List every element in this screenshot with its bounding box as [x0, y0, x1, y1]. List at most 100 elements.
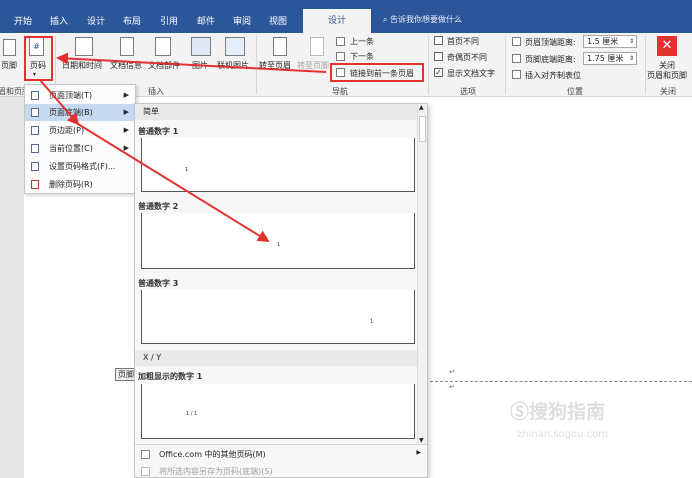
- page-number-gallery: 简单 普通数字 1 1 普通数字 2 1 普通数字 3 1 X / Y 加粗显示…: [134, 103, 428, 478]
- odd-even-checkbox[interactable]: [434, 52, 443, 61]
- menu-item-label: 删除页码(R): [49, 180, 93, 189]
- save-selection-item[interactable]: 将所选内容另存为页码(底端)(S): [135, 466, 427, 477]
- more-label: Office.com 中的其他页码(M): [159, 450, 266, 459]
- page-number-sample: 1: [185, 167, 189, 173]
- gallery-item-plain-number-3[interactable]: 1: [141, 290, 415, 344]
- gallery-item-plain-number-1[interactable]: 1: [141, 138, 415, 192]
- tab-review[interactable]: 审阅: [233, 14, 251, 27]
- save-icon: [141, 467, 150, 476]
- gallery-item-title: 普通数字 1: [138, 127, 179, 136]
- header-top-spinner[interactable]: 1.5 厘米 ⇕: [583, 35, 637, 48]
- menu-item-label: 页边距(P): [49, 126, 85, 135]
- remove-icon: [31, 180, 39, 189]
- scroll-thumb[interactable]: [419, 116, 426, 142]
- doc-parts-button[interactable]: 文档部件: [148, 60, 180, 71]
- page-number-sample: 1: [370, 319, 374, 325]
- current-position-icon: [31, 144, 39, 153]
- menu-item-bottom-of-page[interactable]: 页面底端(B) ▶: [25, 104, 135, 121]
- tab-layout[interactable]: 布局: [123, 14, 141, 27]
- close-group-label: 关闭: [660, 87, 676, 96]
- align-tab-icon: [512, 70, 521, 79]
- tab-insert[interactable]: 插入: [50, 14, 68, 27]
- doc-parts-icon: [155, 37, 171, 56]
- page-number-menu: 页面顶端(T) ▶ 页面底端(B) ▶ 页边距(P) ▶ 当前位置(C) ▶ 设置页码格…: [24, 84, 136, 194]
- first-page-checkbox[interactable]: [434, 36, 443, 45]
- tab-mailings[interactable]: 邮件: [197, 14, 215, 27]
- paragraph-mark: ↵: [449, 368, 455, 376]
- gallery-scrollbar[interactable]: ▲ ▼: [417, 104, 427, 444]
- scroll-down-icon[interactable]: ▼: [419, 437, 424, 444]
- tell-me-box[interactable]: ⌕ 告诉我你想要做什么: [383, 14, 462, 25]
- menu-item-top-of-page[interactable]: 页面顶端(T) ▶: [25, 87, 135, 104]
- close-label-2[interactable]: 页眉和页脚: [647, 70, 687, 81]
- chevron-right-icon: ▶: [123, 144, 129, 152]
- picture-button[interactable]: 图片: [192, 60, 208, 71]
- goto-footer-button[interactable]: 转至页脚: [297, 60, 329, 71]
- footer-bottom-spinner[interactable]: 1.75 厘米 ⇕: [583, 52, 637, 65]
- insert-align-tab-button[interactable]: 插入对齐制表位: [525, 70, 581, 81]
- page-top-icon: [31, 91, 39, 100]
- next-button[interactable]: 下一条: [350, 51, 374, 62]
- menu-item-page-margins[interactable]: 页边距(P) ▶: [25, 122, 135, 139]
- tab-home[interactable]: 开始: [14, 14, 32, 27]
- menu-item-label: 设置页码格式(F)...: [49, 162, 116, 171]
- picture-icon: [191, 37, 211, 56]
- online-picture-button[interactable]: 联机图片: [217, 60, 249, 71]
- online-picture-icon: [225, 37, 245, 56]
- divider: [135, 444, 427, 445]
- divider: [645, 36, 646, 94]
- odd-even-label: 奇偶页不同: [447, 53, 487, 62]
- divider: [505, 36, 506, 94]
- more-page-numbers-item[interactable]: Office.com 中的其他页码(M) ▶: [135, 449, 427, 460]
- gallery-section-simple: 简单: [135, 104, 417, 120]
- sogou-logo-icon: Ⓢ: [510, 401, 530, 423]
- page-bottom-icon: [31, 108, 39, 117]
- previous-button[interactable]: 上一条: [350, 36, 374, 47]
- position-group-label: 位置: [567, 87, 583, 96]
- search-icon: ⌕: [383, 15, 391, 24]
- nav-group-label: 导航: [332, 87, 348, 96]
- gallery-item-plain-number-2[interactable]: 1: [141, 213, 415, 269]
- watermark-text: 搜狗指南: [529, 401, 606, 423]
- tab-design-main[interactable]: 设计: [87, 14, 105, 27]
- chevron-right-icon: ▶: [123, 108, 129, 116]
- header-boundary-line: [430, 381, 692, 382]
- format-icon: [31, 162, 39, 171]
- gallery-item-bold-number-1[interactable]: 1 / 1: [141, 384, 415, 439]
- tab-references[interactable]: 引用: [160, 14, 178, 27]
- tell-me-text: 告诉我你想要做什么: [390, 15, 463, 24]
- spinner-arrows-icon[interactable]: ⇕: [629, 53, 634, 64]
- footer-bottom-value: 1.75 厘米: [587, 54, 624, 63]
- menu-item-format-page-numbers[interactable]: 设置页码格式(F)...: [25, 158, 135, 175]
- menu-item-current-position[interactable]: 当前位置(C) ▶: [25, 140, 135, 157]
- date-time-button[interactable]: 日期和时间: [62, 60, 102, 71]
- header-top-value: 1.5 厘米: [587, 37, 619, 46]
- footer-icon: [3, 39, 16, 56]
- office-icon: [141, 450, 150, 459]
- tab-hf-design[interactable]: 设计: [302, 8, 372, 33]
- insert-group-label: 插入: [148, 87, 164, 96]
- gallery-item-title: 加粗显示的数字 1: [138, 372, 203, 381]
- annotation-box-page-number: [24, 36, 53, 81]
- chevron-right-icon: ▶: [123, 91, 129, 99]
- ribbon-tab-bar: 开始 插入 设计 布局 引用 邮件 审阅 视图 设计 ⌕ 告诉我你想要做什么: [0, 8, 692, 33]
- show-text-checkbox[interactable]: ✓: [434, 68, 443, 77]
- menu-item-remove-page-numbers[interactable]: 删除页码(R): [25, 176, 135, 193]
- footer-button[interactable]: 页脚: [1, 60, 17, 71]
- goto-header-button[interactable]: 转至页眉: [259, 60, 291, 71]
- spinner-arrows-icon[interactable]: ⇕: [629, 36, 634, 47]
- gallery-section-xy: X / Y: [135, 350, 417, 366]
- options-group-label: 选项: [460, 87, 476, 96]
- footer-bottom-icon: [512, 54, 521, 63]
- scroll-up-icon[interactable]: ▲: [419, 104, 424, 111]
- tab-view[interactable]: 视图: [269, 14, 287, 27]
- save-label: 将所选内容另存为页码(底端)(S): [159, 467, 273, 476]
- gallery-item-title: 普通数字 3: [138, 279, 179, 288]
- goto-header-icon: [273, 37, 287, 56]
- goto-footer-icon: [310, 37, 324, 56]
- paragraph-mark: ↵: [449, 383, 455, 391]
- show-text-label: 显示文档文字: [447, 69, 495, 78]
- doc-info-button[interactable]: 文档信息: [110, 60, 142, 71]
- close-icon[interactable]: ✕: [657, 36, 677, 56]
- header-top-icon: [512, 37, 521, 46]
